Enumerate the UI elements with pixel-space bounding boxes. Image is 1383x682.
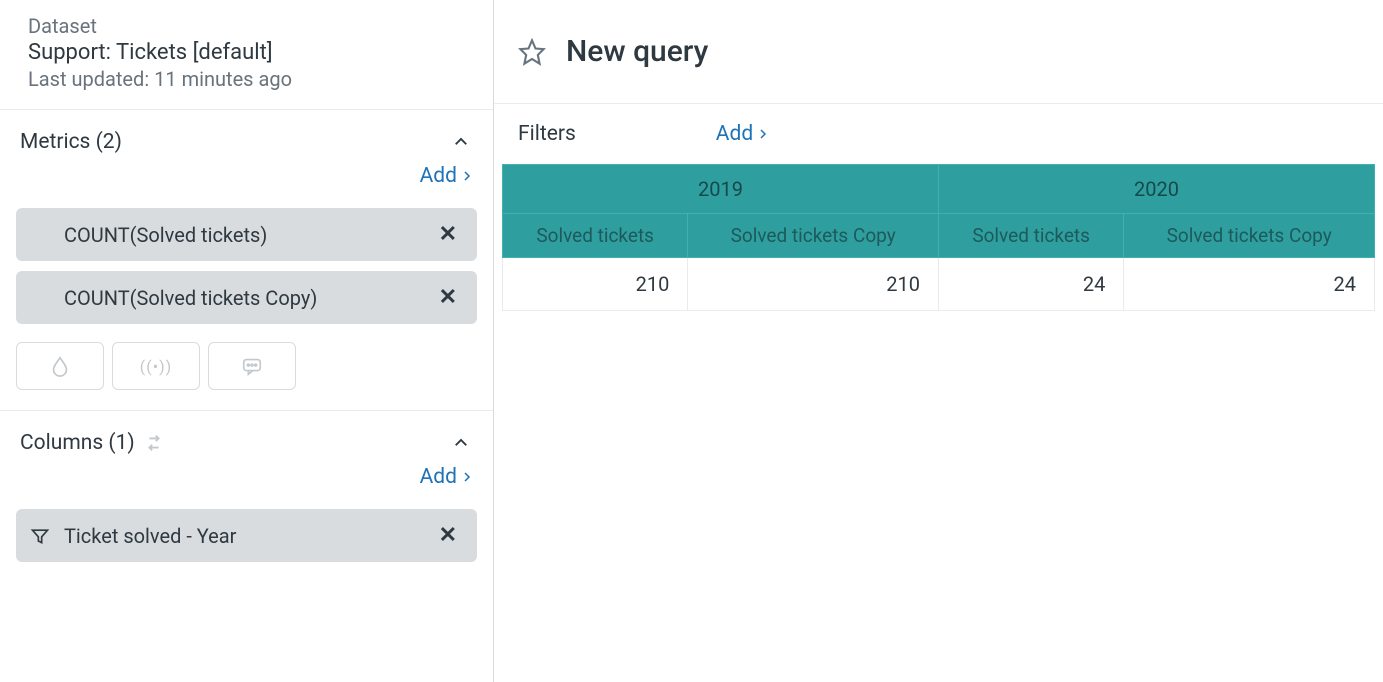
metric-pill-0[interactable]: COUNT(Solved tickets) ✕ bbox=[16, 208, 477, 261]
add-label: Add bbox=[716, 122, 753, 146]
filters-label: Filters bbox=[518, 122, 576, 146]
metrics-add-button[interactable]: Add bbox=[420, 164, 473, 188]
metrics-header[interactable]: Metrics (2) bbox=[16, 122, 477, 158]
type-icons: ((•)) bbox=[16, 342, 477, 390]
main: New query Filters Add 2019 2020 Solved t… bbox=[494, 0, 1383, 682]
results-table: 2019 2020 Solved tickets Solved tickets … bbox=[502, 164, 1375, 311]
dataset-name: Support: Tickets [default] bbox=[28, 40, 473, 65]
filters-row: Filters Add bbox=[494, 104, 1383, 164]
type-chat-icon[interactable] bbox=[208, 342, 296, 390]
year-header-1: 2020 bbox=[938, 165, 1374, 214]
filter-icon bbox=[30, 526, 50, 546]
dataset-updated: Last updated: 11 minutes ago bbox=[28, 67, 473, 91]
type-live-icon[interactable]: ((•)) bbox=[112, 342, 200, 390]
query-header: New query bbox=[494, 0, 1383, 104]
query-title: New query bbox=[566, 34, 708, 69]
sub-header-1: Solved tickets Copy bbox=[688, 214, 939, 258]
close-icon[interactable]: ✕ bbox=[435, 285, 461, 310]
type-drop-icon[interactable] bbox=[16, 342, 104, 390]
star-icon[interactable] bbox=[518, 38, 546, 66]
sidebar: Dataset Support: Tickets [default] Last … bbox=[0, 0, 494, 682]
cell: 24 bbox=[1124, 258, 1375, 311]
dataset-block: Dataset Support: Tickets [default] Last … bbox=[0, 0, 493, 110]
metric-label: COUNT(Solved tickets Copy) bbox=[64, 286, 317, 310]
column-label: Ticket solved - Year bbox=[64, 524, 236, 548]
columns-header[interactable]: Columns (1) bbox=[16, 423, 477, 459]
columns-section: Columns (1) Add Ticket solved - Year ✕ bbox=[0, 411, 493, 592]
close-icon[interactable]: ✕ bbox=[435, 523, 461, 548]
cell: 24 bbox=[938, 258, 1123, 311]
swap-icon[interactable] bbox=[143, 432, 165, 454]
sub-header-3: Solved tickets Copy bbox=[1124, 214, 1375, 258]
cell: 210 bbox=[688, 258, 939, 311]
year-header-0: 2019 bbox=[503, 165, 939, 214]
close-icon[interactable]: ✕ bbox=[435, 222, 461, 247]
add-label: Add bbox=[420, 164, 457, 188]
column-pill-0[interactable]: Ticket solved - Year ✕ bbox=[16, 509, 477, 562]
cell: 210 bbox=[503, 258, 688, 311]
chevron-up-icon[interactable] bbox=[449, 130, 473, 154]
metrics-title: Metrics (2) bbox=[20, 130, 122, 154]
table-row: 210 210 24 24 bbox=[503, 258, 1375, 311]
metric-label: COUNT(Solved tickets) bbox=[64, 223, 267, 247]
sub-header-2: Solved tickets bbox=[938, 214, 1123, 258]
metric-pill-1[interactable]: COUNT(Solved tickets Copy) ✕ bbox=[16, 271, 477, 324]
columns-add-button[interactable]: Add bbox=[420, 465, 473, 489]
chevron-up-icon[interactable] bbox=[449, 431, 473, 455]
dataset-label: Dataset bbox=[28, 14, 473, 38]
add-label: Add bbox=[420, 465, 457, 489]
columns-title: Columns (1) bbox=[20, 431, 135, 455]
metrics-section: Metrics (2) Add COUNT(Solved tickets) ✕ … bbox=[0, 110, 493, 411]
sub-header-0: Solved tickets bbox=[503, 214, 688, 258]
filters-add-button[interactable]: Add bbox=[716, 122, 769, 146]
